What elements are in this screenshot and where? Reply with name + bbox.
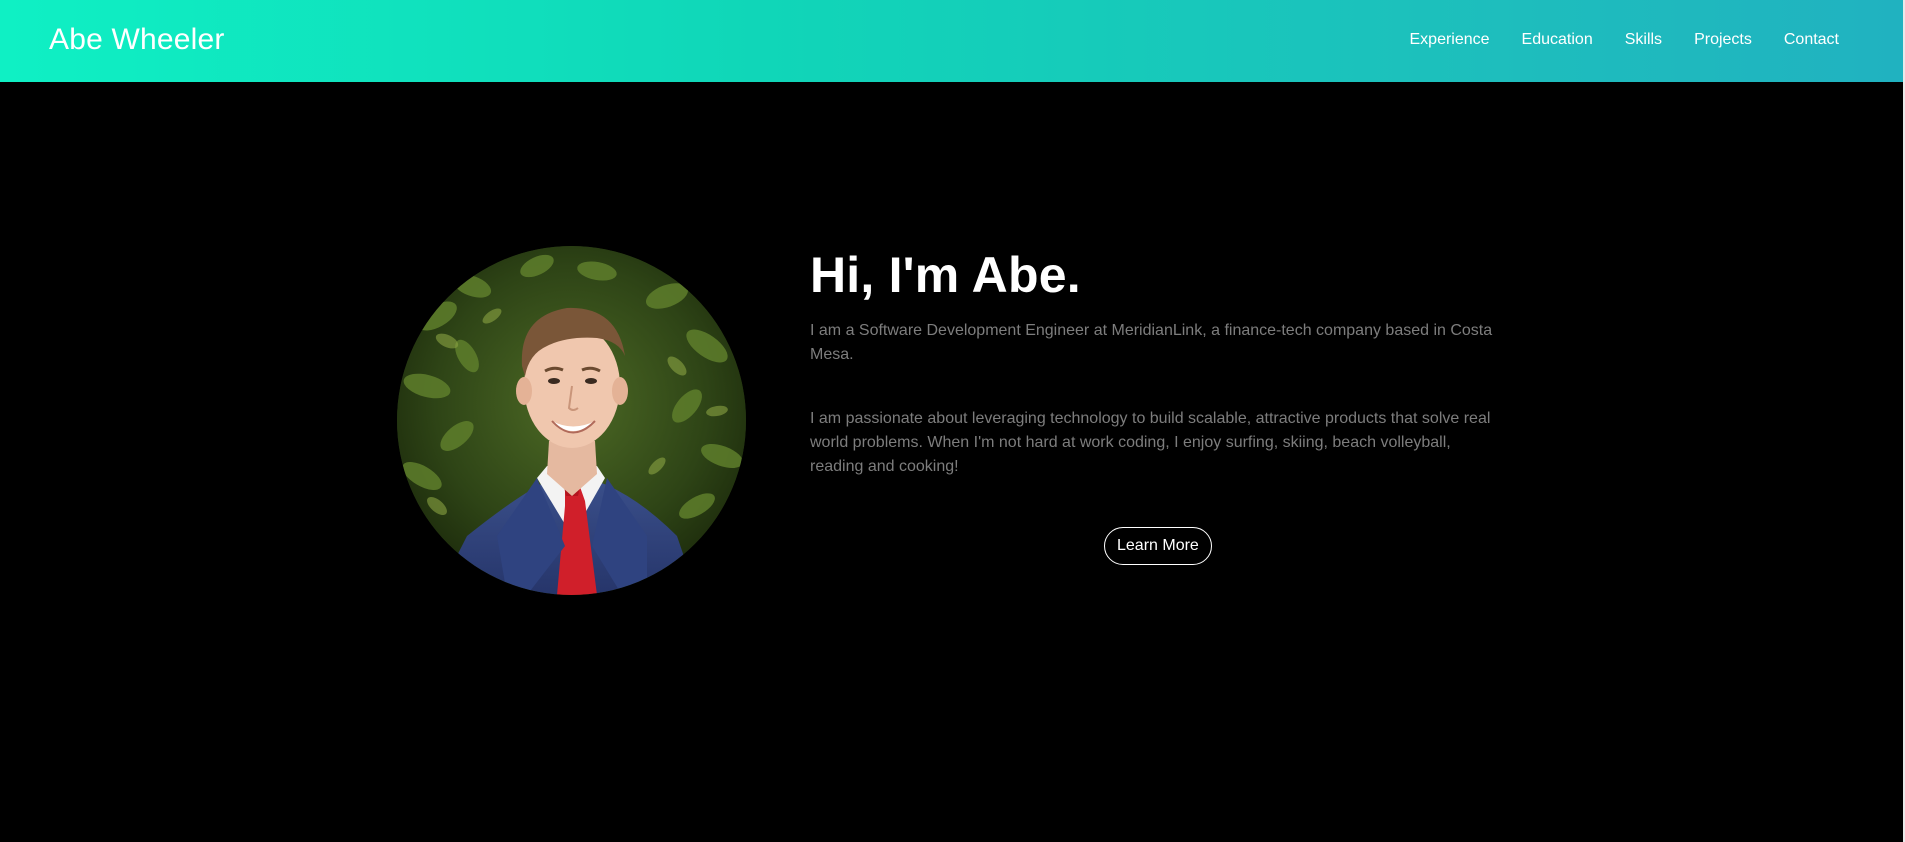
profile-photo xyxy=(397,246,746,595)
nav-link-skills[interactable]: Skills xyxy=(1625,30,1662,50)
nav-link-education[interactable]: Education xyxy=(1522,30,1593,50)
intro-paragraph-passion: I am passionate about leveraging technol… xyxy=(810,410,1491,475)
page: Abe Wheeler Experience Education Skills … xyxy=(0,0,1905,842)
intro-paragraph-role: I am a Software Development Engineer at … xyxy=(810,322,1493,363)
hero-headline: Hi, I'm Abe. xyxy=(810,247,1081,303)
navbar: Abe Wheeler Experience Education Skills … xyxy=(0,0,1903,82)
hero-section: Hi, I'm Abe. I am a Software Development… xyxy=(0,82,1903,842)
nav-link-projects[interactable]: Projects xyxy=(1694,30,1752,50)
learn-more-button[interactable]: Learn More xyxy=(1104,527,1212,565)
nav-link-experience[interactable]: Experience xyxy=(1410,30,1490,50)
intro-content: Hi, I'm Abe. I am a Software Development… xyxy=(810,245,1500,479)
cta-wrapper: Learn More xyxy=(1104,527,1212,565)
nav-links: Experience Education Skills Projects Con… xyxy=(1410,30,1840,50)
brand-logo[interactable]: Abe Wheeler xyxy=(49,22,225,58)
nav-link-contact[interactable]: Contact xyxy=(1784,30,1839,50)
